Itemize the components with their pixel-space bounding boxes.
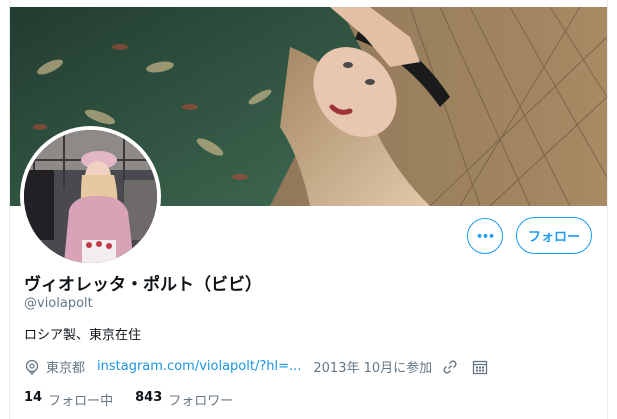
- right-border: [607, 0, 608, 419]
- username-handle: @violapolt: [24, 296, 93, 311]
- followers-label: フォロワー: [168, 394, 234, 409]
- more-icon: •••: [475, 229, 495, 243]
- follow-stats: 14 フォロー中 843 フォロワー: [24, 390, 233, 409]
- profile-avatar[interactable]: [20, 126, 161, 267]
- followers-stat[interactable]: 843 フォロワー: [135, 390, 233, 409]
- avatar-photo: [24, 130, 157, 263]
- profile-page: ••• フォロー ヴィオレッタ・ポルト（ビビ） @violapolt ロシア製、…: [0, 0, 617, 419]
- following-stat[interactable]: 14 フォロー中: [24, 390, 113, 409]
- follow-button-label: フォロー: [527, 230, 580, 245]
- location-item: 東京都: [24, 357, 85, 376]
- following-label: フォロー中: [48, 394, 114, 409]
- follow-button[interactable]: フォロー: [516, 217, 592, 254]
- followers-count: 843: [135, 390, 163, 405]
- link-icon[interactable]: [442, 359, 458, 375]
- website-link-text[interactable]: instagram.com/violapolt/?hl=...: [97, 359, 301, 374]
- calendar-icon[interactable]: [472, 359, 488, 375]
- following-count: 14: [24, 390, 43, 405]
- joined-date-text: 2013年 10月に参加: [313, 361, 433, 376]
- more-options-button[interactable]: •••: [467, 218, 503, 254]
- profile-bio: ロシア製、東京在住: [24, 328, 142, 343]
- location-text: 東京都: [46, 361, 86, 376]
- location-pin-icon: [24, 359, 40, 375]
- website-link[interactable]: instagram.com/violapolt/?hl=...: [97, 359, 301, 374]
- profile-meta-row: 東京都 instagram.com/violapolt/?hl=... 2013…: [24, 357, 488, 376]
- display-name: ヴィオレッタ・ポルト（ビビ）: [24, 275, 262, 295]
- joined-date: 2013年 10月に参加: [313, 357, 432, 376]
